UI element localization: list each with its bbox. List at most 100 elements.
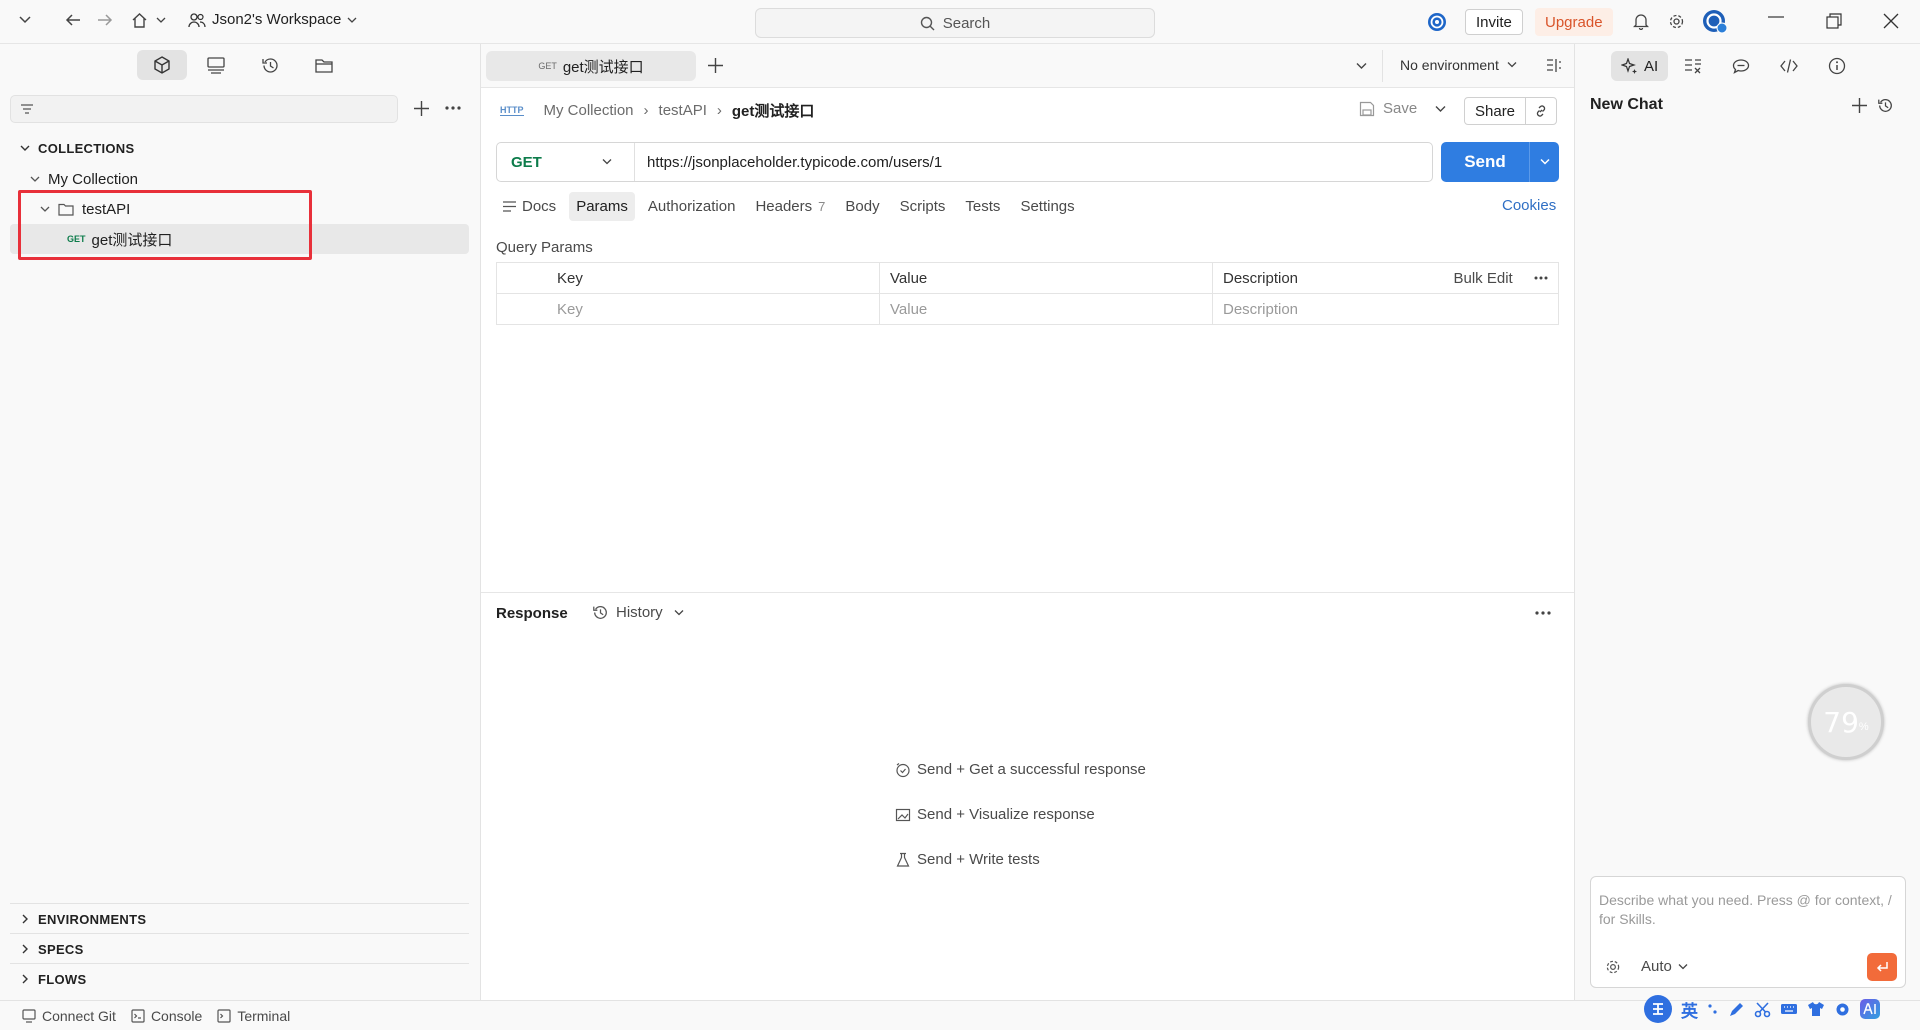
breadcrumb-collection[interactable]: My Collection [544, 102, 634, 119]
pen-icon[interactable] [1728, 1001, 1745, 1018]
history-dropdown[interactable]: History [592, 604, 684, 621]
sidebar-nav [137, 50, 349, 80]
highlight-annotation [18, 190, 312, 260]
scissors-icon[interactable] [1754, 1001, 1771, 1018]
link-icon[interactable] [1526, 98, 1556, 124]
gear-icon[interactable] [1668, 13, 1685, 30]
environment-quicklook-icon[interactable] [1546, 58, 1561, 73]
punctuation-icon[interactable] [1707, 1002, 1719, 1016]
chat-input-box[interactable]: Describe what you need. Press @ for cont… [1590, 876, 1906, 988]
share-button[interactable]: Share [1465, 98, 1527, 124]
save-icon [1359, 101, 1375, 117]
ime-settings-icon[interactable] [1834, 1001, 1851, 1018]
collection-filter-input[interactable] [10, 95, 398, 123]
column-header-description: Description [1212, 262, 1444, 294]
back-arrow-icon[interactable] [65, 13, 81, 27]
chevron-right-icon [20, 974, 30, 984]
tab-docs[interactable]: Docs [496, 192, 563, 221]
shirt-icon[interactable] [1807, 1001, 1825, 1017]
documentation-icon[interactable] [1684, 51, 1702, 81]
chat-input[interactable]: Describe what you need. Press @ for cont… [1591, 877, 1905, 943]
value-input[interactable]: Value [879, 293, 1213, 325]
save-button[interactable]: Save [1359, 100, 1417, 117]
send-button[interactable]: Send [1441, 152, 1529, 172]
hint-get-response[interactable]: Send + Get a successful response [895, 761, 1146, 778]
tab-scripts[interactable]: Scripts [893, 192, 953, 221]
description-input[interactable]: Description [1212, 293, 1559, 325]
upgrade-button[interactable]: Upgrade [1535, 8, 1613, 36]
send-message-icon[interactable] [1867, 953, 1897, 981]
url-input[interactable]: https://jsonplaceholder.typicode.com/use… [635, 154, 942, 171]
method-value: GET [511, 153, 542, 171]
info-icon[interactable] [1828, 51, 1846, 81]
collections-nav-icon[interactable] [137, 50, 187, 80]
global-search[interactable]: Search [755, 8, 1155, 38]
environments-section-header[interactable]: ENVIRONMENTS [20, 904, 146, 934]
flows-section-header[interactable]: FLOWS [20, 964, 86, 994]
cpu-usage-widget[interactable]: 79 % [1808, 684, 1884, 760]
method-select[interactable]: GET [497, 143, 635, 181]
home-icon[interactable] [131, 12, 148, 28]
console-button[interactable]: Console [131, 1008, 202, 1024]
minimize-icon[interactable] [1768, 16, 1784, 18]
environment-selector[interactable]: No environment [1400, 57, 1517, 73]
column-header-key: Key [496, 262, 880, 294]
hint-write-tests[interactable]: Send + Write tests [895, 851, 1040, 868]
chevron-down-icon[interactable] [1530, 142, 1559, 182]
settings-icon[interactable] [1605, 959, 1621, 975]
more-icon[interactable] [445, 106, 461, 110]
mode-select[interactable]: Auto [1641, 958, 1688, 975]
bell-icon[interactable] [1633, 13, 1649, 30]
tab-params[interactable]: Params [569, 192, 635, 221]
ime-language-toggle[interactable]: 英 [1681, 997, 1698, 1022]
specs-section-header[interactable]: SPECS [20, 934, 84, 964]
chevron-right-icon [20, 914, 30, 924]
chevron-down-icon[interactable] [1435, 105, 1446, 113]
chevron-down-icon [347, 15, 357, 25]
sync-status-icon[interactable] [1427, 12, 1447, 32]
restore-icon[interactable] [1826, 13, 1842, 29]
cookies-link[interactable]: Cookies [1502, 197, 1556, 214]
tab-authorization[interactable]: Authorization [641, 192, 743, 221]
chevron-down-icon[interactable] [18, 12, 32, 26]
chat-history-icon[interactable] [1877, 97, 1894, 114]
add-icon[interactable] [414, 101, 429, 116]
close-icon[interactable] [1883, 13, 1899, 29]
tab-ai[interactable]: AI [1611, 51, 1669, 81]
hint-visualize[interactable]: Send + Visualize response [895, 806, 1095, 823]
breadcrumb-folder[interactable]: testAPI [659, 102, 707, 119]
comments-icon[interactable] [1732, 51, 1750, 81]
more-icon[interactable] [1534, 276, 1548, 280]
tab-body[interactable]: Body [838, 192, 886, 221]
collections-section-header[interactable]: COLLECTIONS [20, 133, 134, 163]
code-icon[interactable] [1780, 51, 1799, 81]
connect-git-button[interactable]: Connect Git [22, 1008, 116, 1024]
forward-arrow-icon[interactable] [97, 13, 113, 27]
history-nav-icon[interactable] [245, 50, 295, 80]
tab-label: Docs [522, 198, 557, 215]
new-tab-icon[interactable] [708, 58, 723, 73]
environments-nav-icon[interactable] [191, 50, 241, 80]
chevron-down-icon[interactable] [1356, 62, 1367, 70]
ai-assistant-icon[interactable] [1860, 999, 1880, 1019]
folder-nav-icon[interactable] [299, 50, 349, 80]
hint-text: Send + Write tests [917, 851, 1040, 868]
table-row: Key Value Description [496, 293, 1559, 325]
workspace-switcher[interactable]: Json2's Workspace [188, 11, 357, 28]
more-icon[interactable] [1535, 611, 1551, 615]
avatar[interactable] [1702, 9, 1728, 35]
tab-headers[interactable]: Headers 7 [748, 192, 832, 221]
bulk-edit-button[interactable]: Bulk Edit [1454, 270, 1513, 287]
new-chat-icon[interactable] [1852, 98, 1867, 113]
request-tab[interactable]: GET get测试接口 [486, 51, 696, 81]
tab-tests[interactable]: Tests [958, 192, 1007, 221]
terminal-button[interactable]: Terminal [217, 1008, 290, 1024]
keyboard-icon[interactable] [1780, 1002, 1798, 1016]
ime-logo-icon[interactable] [1644, 995, 1672, 1023]
chevron-down-icon[interactable] [156, 15, 166, 25]
environment-label: No environment [1400, 57, 1499, 73]
key-input[interactable]: Key [496, 293, 880, 325]
tab-settings[interactable]: Settings [1013, 192, 1081, 221]
invite-button[interactable]: Invite [1465, 9, 1523, 35]
breadcrumb-request[interactable]: get测试接口 [732, 100, 815, 121]
